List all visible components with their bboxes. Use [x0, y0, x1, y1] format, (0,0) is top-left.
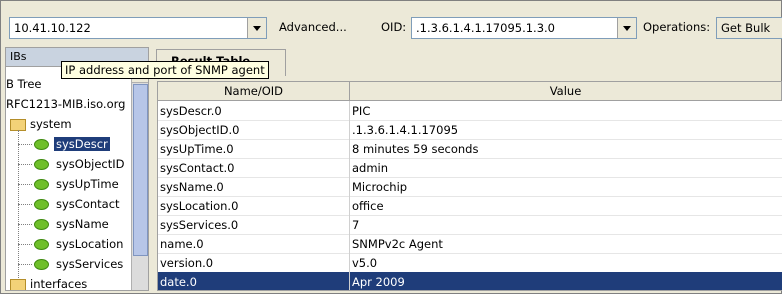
result-table: Name/OID Value sysDescr.0 PIC sysObjectI…	[157, 81, 782, 291]
table-header: Name/OID Value	[158, 82, 782, 101]
table-row[interactable]: sysServices.0 7	[158, 215, 782, 235]
cell-value: Microchip	[352, 180, 408, 194]
cell-value: 7	[352, 218, 360, 232]
table-row[interactable]: version.0 v5.0	[158, 253, 782, 273]
operations-combo[interactable]: Get Bulk	[716, 17, 782, 39]
cell-value: v5.0	[352, 256, 378, 270]
oid-value: .1.3.6.1.4.1.17095.1.3.0	[416, 21, 555, 35]
cell-value: admin	[352, 161, 389, 175]
scroll-thumb[interactable]	[133, 84, 148, 256]
cell-name: version.0	[160, 256, 214, 270]
chevron-down-icon[interactable]	[617, 18, 636, 38]
cell-value: PIC	[352, 104, 371, 118]
cell-name: date.0	[160, 275, 197, 289]
mib-tree-header-label: IBs	[10, 50, 27, 63]
leaf-node-icon	[34, 259, 49, 270]
table-row[interactable]: sysLocation.0 office	[158, 196, 782, 216]
leaf-node-icon	[34, 239, 49, 250]
tree-scrollbar[interactable]	[131, 66, 148, 290]
cell-name: sysDescr.0	[160, 104, 222, 118]
chevron-down-icon[interactable]	[247, 18, 266, 38]
operations-value: Get Bulk	[721, 21, 771, 35]
leaf-node-icon	[34, 159, 49, 170]
snmp-browser-window: 10.41.10.122 Advanced... OID: .1.3.6.1.4…	[0, 0, 782, 294]
leaf-node-icon	[34, 219, 49, 230]
tree-connector	[18, 130, 19, 290]
cell-name: sysContact.0	[160, 161, 235, 175]
operations-label: Operations:	[643, 20, 711, 34]
cell-value: SNMPv2c Agent	[352, 237, 443, 251]
leaf-node-icon	[34, 139, 49, 150]
mib-tree-panel: IBs B Tree RFC1213-MIB.iso.org system sy…	[5, 47, 149, 291]
oid-combo[interactable]: .1.3.6.1.4.1.17095.1.3.0	[411, 17, 637, 39]
leaf-node-icon	[34, 199, 49, 210]
agent-address-tooltip: IP address and port of SNMP agent	[61, 61, 269, 79]
table-row[interactable]: sysObjectID.0 .1.3.6.1.4.1.17095	[158, 120, 782, 140]
leaf-node-icon	[34, 179, 49, 190]
cell-value: office	[352, 199, 384, 213]
column-header-name-oid[interactable]: Name/OID	[158, 82, 350, 100]
cell-name: name.0	[160, 237, 204, 251]
cell-name: sysUpTime.0	[160, 142, 234, 156]
folder-icon	[10, 279, 26, 290]
cell-value: .1.3.6.1.4.1.17095	[352, 123, 459, 137]
table-row[interactable]: sysName.0 Microchip	[158, 177, 782, 197]
column-header-value[interactable]: Value	[350, 82, 782, 100]
agent-address-value: 10.41.10.122	[14, 21, 91, 35]
oid-label: OID:	[381, 20, 407, 34]
cell-name: sysLocation.0	[160, 199, 239, 213]
table-row-selected[interactable]: date.0 Apr 2009	[158, 272, 782, 290]
table-row[interactable]: sysDescr.0 PIC	[158, 101, 782, 121]
cell-name: sysObjectID.0	[160, 123, 240, 137]
table-row[interactable]: sysUpTime.0 8 minutes 59 seconds	[158, 139, 782, 159]
advanced-button[interactable]: Advanced...	[279, 20, 347, 34]
cell-value: Apr 2009	[352, 275, 405, 289]
table-row[interactable]: name.0 SNMPv2c Agent	[158, 234, 782, 254]
cell-value: 8 minutes 59 seconds	[352, 142, 479, 156]
cell-name: sysName.0	[160, 180, 224, 194]
cell-name: sysServices.0	[160, 218, 239, 232]
agent-address-combo[interactable]: 10.41.10.122	[9, 17, 267, 39]
toolbar: 10.41.10.122 Advanced... OID: .1.3.6.1.4…	[5, 5, 782, 45]
table-row[interactable]: sysContact.0 admin	[158, 158, 782, 178]
